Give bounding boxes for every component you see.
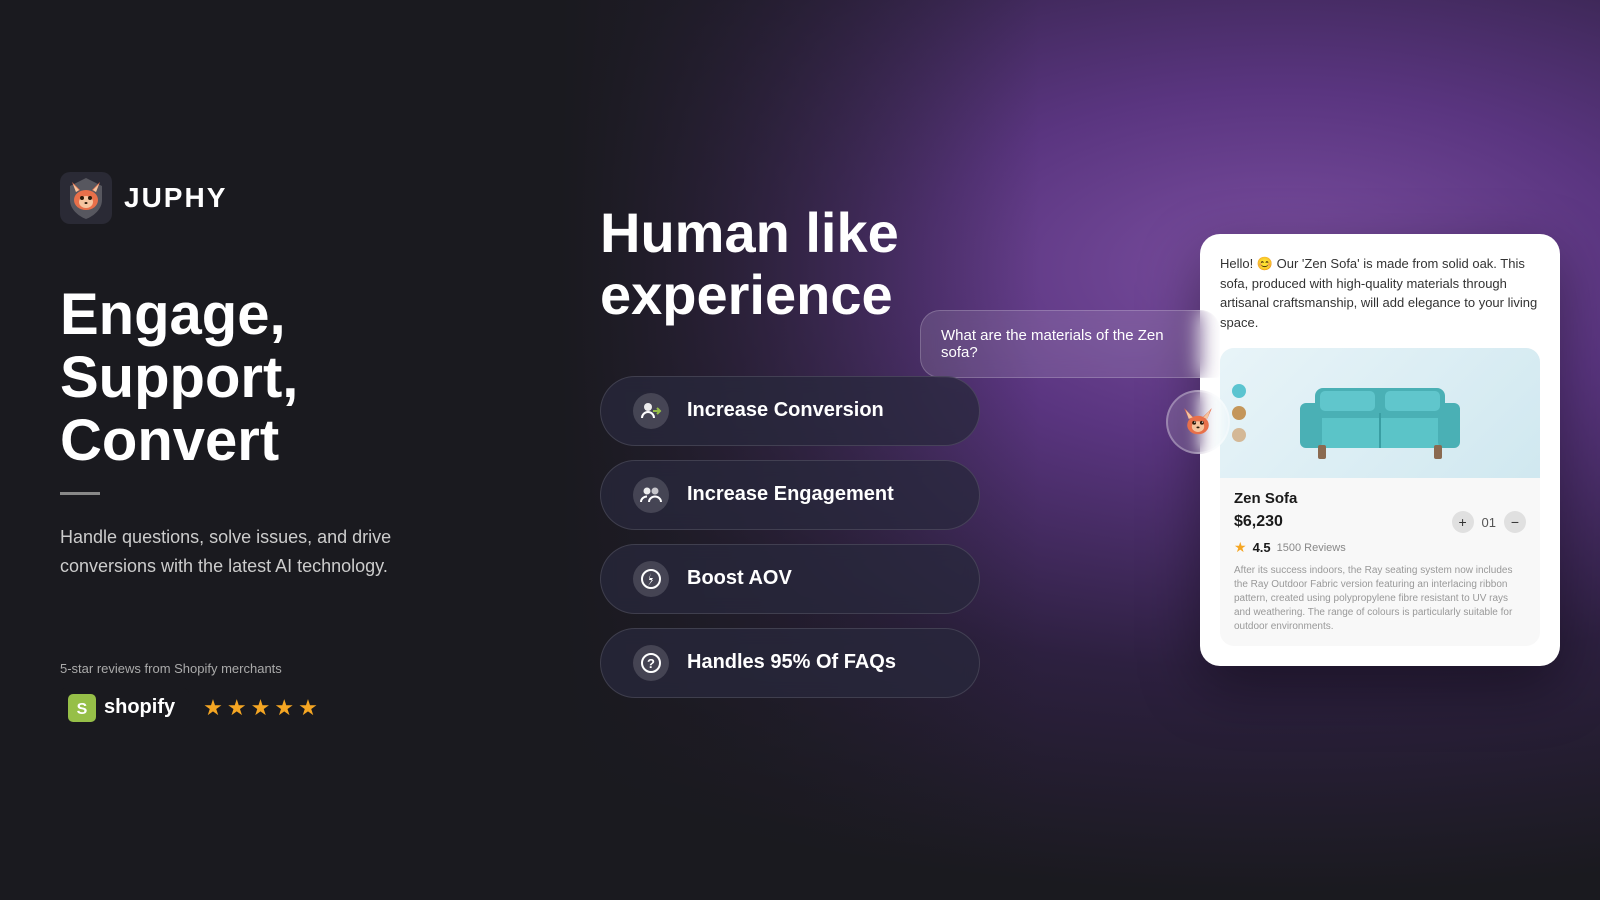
faqs-icon: ?	[633, 645, 669, 681]
svg-text:?: ?	[647, 656, 655, 671]
star-5: ★	[298, 695, 318, 721]
shopify-label: shopify	[104, 696, 175, 719]
star-2: ★	[227, 695, 247, 721]
star-4: ★	[274, 695, 294, 721]
question-text: What are the materials of the Zen sofa?	[941, 327, 1164, 361]
headline-line1: Engage,	[60, 284, 460, 347]
feature-engagement[interactable]: Increase Engagement	[600, 460, 980, 530]
engagement-icon	[633, 477, 669, 513]
logo: JUPHY	[60, 172, 460, 224]
aov-icon	[633, 561, 669, 597]
feature-aov[interactable]: Boost AOV	[600, 544, 980, 614]
chat-reply: Hello! 😊 Our 'Zen Sofa' is made from sol…	[1220, 254, 1540, 332]
shopify-icon: S	[68, 694, 96, 722]
logo-icon	[60, 172, 112, 224]
brand-name: JUPHY	[124, 182, 227, 214]
feature-conversion[interactable]: Increase Conversion	[600, 376, 980, 446]
star-3: ★	[251, 695, 271, 721]
conversion-icon	[633, 393, 669, 429]
svg-text:S: S	[77, 701, 88, 718]
conversion-label: Increase Conversion	[687, 399, 884, 422]
headline-divider	[60, 492, 100, 495]
feature-faqs[interactable]: ? Handles 95% Of FAQs	[600, 628, 980, 698]
headline-line3: Convert	[60, 410, 460, 473]
subtext: Handle questions, solve issues, and driv…	[60, 523, 440, 581]
right-column: Human like experience Increase Conversio…	[520, 0, 1600, 900]
engagement-label: Increase Engagement	[687, 483, 894, 506]
left-column: JUPHY Engage, Support, Convert Handle qu…	[0, 0, 520, 900]
faqs-label: Handles 95% Of FAQs	[687, 651, 896, 674]
review-label: 5-star reviews from Shopify merchants	[60, 661, 460, 676]
headline: Engage, Support, Convert	[60, 284, 460, 472]
star-rating: ★ ★ ★ ★ ★	[203, 695, 318, 721]
aov-label: Boost AOV	[687, 567, 792, 590]
page: JUPHY Engage, Support, Convert Handle qu…	[0, 0, 1600, 900]
question-bubble: What are the materials of the Zen sofa?	[920, 310, 1220, 378]
review-section: 5-star reviews from Shopify merchants S …	[60, 661, 460, 728]
star-1: ★	[203, 695, 223, 721]
features-list: Increase Conversion Increase Engagement	[600, 376, 1540, 698]
shopify-row: S shopify ★ ★ ★ ★ ★	[60, 688, 460, 728]
shopify-badge: S shopify	[60, 688, 189, 728]
headline-line2: Support,	[60, 347, 460, 410]
